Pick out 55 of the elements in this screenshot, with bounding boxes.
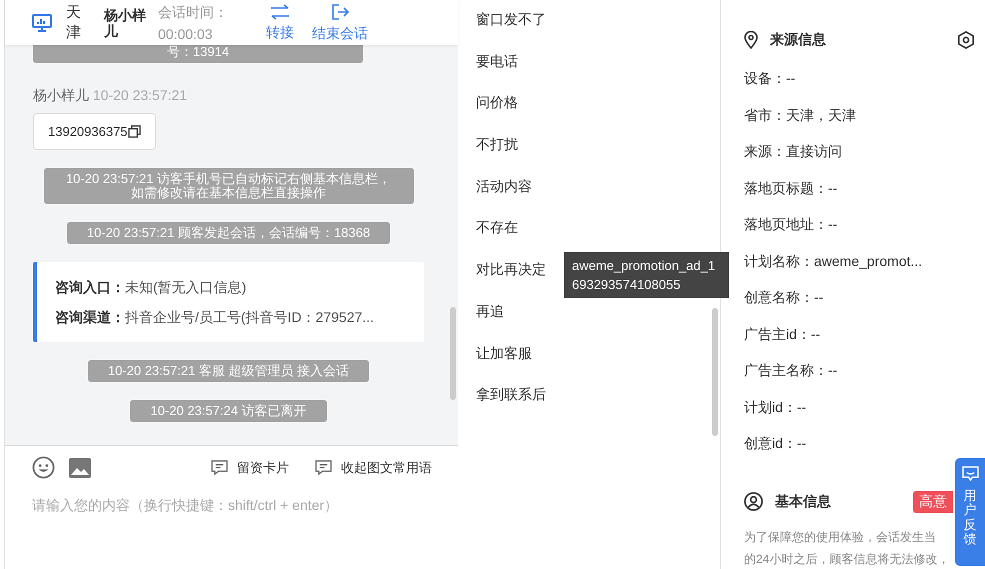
- source-field: 计划名称：aweme_promot...: [744, 242, 975, 279]
- phrase-tool-button[interactable]: 收起图文常用语: [315, 458, 432, 476]
- source-field: 广告主名称：--: [744, 352, 975, 388]
- visitor-name: 杨小样儿: [104, 6, 146, 38]
- source-field: 省市：天津，天津: [744, 96, 975, 133]
- smiley-icon[interactable]: [32, 456, 55, 479]
- source-field: 创意名称：--: [744, 279, 975, 316]
- info-line: 咨询渠道：抖音企业号/员工号(抖音号ID：279527...: [55, 308, 375, 327]
- source-field: 计划id：--: [744, 388, 975, 425]
- section-title: 来源信息: [770, 31, 826, 49]
- quick-phrase[interactable]: 拿到联系后: [476, 386, 720, 428]
- end-session-button[interactable]: 结束会话: [312, 2, 368, 42]
- section-title: 基本信息: [775, 492, 831, 510]
- phrase-tool-button[interactable]: 留资卡片: [211, 458, 289, 476]
- swap-arrows-icon: [269, 4, 291, 20]
- system-message: 10-20 23:57:21 顾客发起会话，会话编号：18368: [66, 222, 390, 244]
- timer-label: 会话时间：: [158, 2, 229, 22]
- quick-phrase[interactable]: 再追: [476, 302, 720, 344]
- intent-tag: 高意: [913, 490, 953, 512]
- message-icon: [211, 460, 228, 475]
- system-message: 号：13914: [33, 45, 363, 63]
- message-icon: [315, 460, 332, 475]
- chat-bubble-icon: [962, 466, 978, 481]
- system-message: 10-20 23:57:21 客服 超级管理员 接入会话: [88, 360, 370, 382]
- quick-phrase[interactable]: 不打扰: [476, 136, 720, 178]
- settings-icon[interactable]: [957, 31, 975, 49]
- sender-name: 杨小样儿: [33, 87, 89, 103]
- copy-icon[interactable]: [128, 125, 141, 138]
- notice-text: 的24小时之后，顾客信息将无法修改，: [744, 550, 950, 568]
- image-icon[interactable]: [69, 458, 91, 478]
- message-text: 13920936375: [48, 124, 128, 139]
- quick-phrase[interactable]: 问价格: [476, 94, 720, 136]
- user-circle-icon: [744, 492, 763, 511]
- message-time: 10-20 23:57:21: [92, 87, 188, 103]
- exit-icon: [331, 2, 349, 20]
- source-field: 广告主id：--: [744, 316, 975, 352]
- info-line: 咨询入口：未知(暂无入口信息): [55, 278, 248, 297]
- quick-phrase[interactable]: 窗口发不了: [476, 11, 720, 53]
- quick-phrase[interactable]: 让加客服: [476, 344, 720, 386]
- notice-text: 为了保障您的使用体验，会话发生当: [744, 528, 936, 546]
- source-field: 落地页地址：--: [744, 206, 975, 242]
- feedback-button[interactable]: 用户反馈: [955, 458, 985, 566]
- timer-value: 00:00:03: [158, 24, 214, 44]
- location-pin-icon: [744, 31, 758, 49]
- quick-phrase[interactable]: 要电话: [476, 52, 720, 94]
- system-message: 10-20 23:57:21 访客手机号已自动标记右侧基本信息栏，如需修改请在基本信息栏直接操作: [44, 168, 414, 204]
- tooltip: aweme_promotion_ad_1693293574108055: [564, 252, 729, 298]
- source-field: 落地页标题：--: [744, 170, 975, 206]
- monitor-icon: [32, 14, 52, 32]
- city-label: 天津: [66, 2, 82, 42]
- quick-phrase[interactable]: 活动内容: [476, 178, 720, 220]
- system-message: 10-20 23:57:24 访客已离开: [130, 400, 327, 422]
- transfer-button[interactable]: 转接: [266, 4, 294, 42]
- source-field: 来源：直接访问: [744, 133, 975, 170]
- source-field: 设备：--: [744, 60, 975, 96]
